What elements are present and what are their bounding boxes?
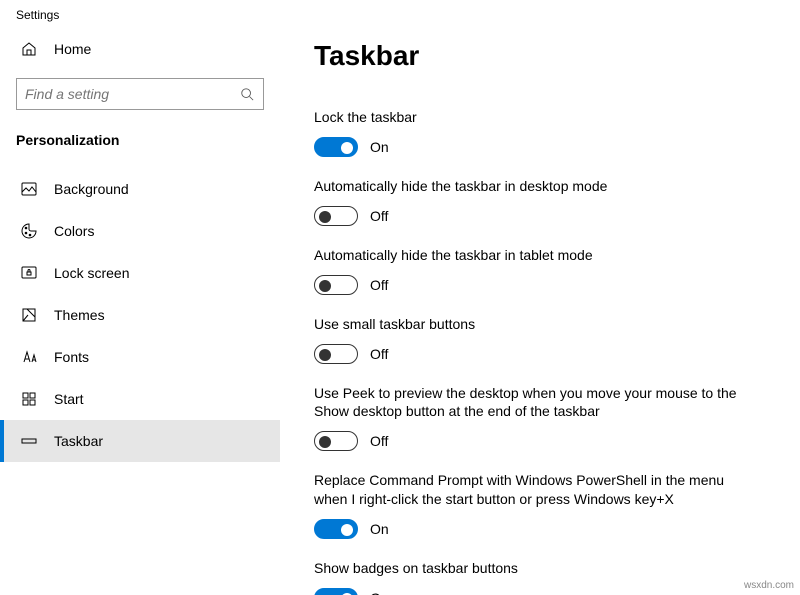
search-input[interactable] bbox=[25, 86, 239, 102]
home-nav[interactable]: Home bbox=[0, 30, 280, 72]
section-header: Personalization bbox=[0, 124, 280, 158]
sidebar-item-colors[interactable]: Colors bbox=[0, 210, 280, 252]
toggle-row: Off bbox=[314, 206, 766, 226]
toggle-state-label: Off bbox=[370, 433, 388, 449]
setting-row: Replace Command Prompt with Windows Powe… bbox=[314, 471, 766, 539]
sidebar-item-background[interactable]: Background bbox=[0, 168, 280, 210]
sidebar: Home Personalization Background Colors Loc… bbox=[0, 30, 280, 595]
fonts-icon bbox=[20, 348, 38, 366]
sidebar-item-label: Colors bbox=[54, 223, 94, 239]
toggle-row: Off bbox=[314, 431, 766, 451]
toggle-switch[interactable] bbox=[314, 344, 358, 364]
background-icon bbox=[20, 180, 38, 198]
start-icon bbox=[20, 390, 38, 408]
setting-row: Show badges on taskbar buttons On bbox=[314, 559, 766, 595]
toggle-row: Off bbox=[314, 344, 766, 364]
setting-label: Lock the taskbar bbox=[314, 108, 754, 127]
toggle-switch[interactable] bbox=[314, 588, 358, 595]
toggle-state-label: Off bbox=[370, 346, 388, 362]
setting-label: Automatically hide the taskbar in deskto… bbox=[314, 177, 754, 196]
setting-row: Use Peek to preview the desktop when you… bbox=[314, 384, 766, 452]
toggle-state-label: Off bbox=[370, 208, 388, 224]
sidebar-item-label: Fonts bbox=[54, 349, 89, 365]
toggle-knob bbox=[341, 524, 353, 536]
sidebar-item-taskbar[interactable]: Taskbar bbox=[0, 420, 280, 462]
toggle-switch[interactable] bbox=[314, 137, 358, 157]
sidebar-item-label: Themes bbox=[54, 307, 105, 323]
home-icon bbox=[20, 40, 38, 58]
home-label: Home bbox=[54, 41, 91, 57]
toggle-switch[interactable] bbox=[314, 519, 358, 539]
setting-label: Show badges on taskbar buttons bbox=[314, 559, 754, 578]
toggle-knob bbox=[319, 280, 331, 292]
toggle-knob bbox=[341, 142, 353, 154]
toggle-state-label: On bbox=[370, 521, 389, 537]
sidebar-item-themes[interactable]: Themes bbox=[0, 294, 280, 336]
toggle-row: On bbox=[314, 519, 766, 539]
setting-label: Use small taskbar buttons bbox=[314, 315, 754, 334]
sidebar-item-label: Background bbox=[54, 181, 129, 197]
lock-screen-icon bbox=[20, 264, 38, 282]
toggle-knob bbox=[319, 211, 331, 223]
setting-row: Automatically hide the taskbar in deskto… bbox=[314, 177, 766, 226]
setting-label: Automatically hide the taskbar in tablet… bbox=[314, 246, 754, 265]
toggle-switch[interactable] bbox=[314, 431, 358, 451]
colors-icon bbox=[20, 222, 38, 240]
window-title: Settings bbox=[0, 0, 800, 30]
toggle-switch[interactable] bbox=[314, 206, 358, 226]
setting-label: Use Peek to preview the desktop when you… bbox=[314, 384, 754, 422]
search-icon bbox=[239, 86, 255, 102]
main-content: Taskbar Lock the taskbar On Automatically … bbox=[280, 30, 800, 595]
watermark: wsxdn.com bbox=[744, 580, 794, 591]
nav-list: Background Colors Lock screen Themes Fonts St… bbox=[0, 168, 280, 462]
sidebar-item-lock-screen[interactable]: Lock screen bbox=[0, 252, 280, 294]
sidebar-item-start[interactable]: Start bbox=[0, 378, 280, 420]
sidebar-item-label: Taskbar bbox=[54, 433, 103, 449]
setting-row: Lock the taskbar On bbox=[314, 108, 766, 157]
taskbar-icon bbox=[20, 432, 38, 450]
setting-label: Replace Command Prompt with Windows Powe… bbox=[314, 471, 754, 509]
page-title: Taskbar bbox=[314, 40, 766, 72]
toggle-state-label: On bbox=[370, 139, 389, 155]
sidebar-item-fonts[interactable]: Fonts bbox=[0, 336, 280, 378]
settings-list: Lock the taskbar On Automatically hide the… bbox=[314, 108, 766, 595]
themes-icon bbox=[20, 306, 38, 324]
toggle-row: Off bbox=[314, 275, 766, 295]
setting-row: Automatically hide the taskbar in tablet… bbox=[314, 246, 766, 295]
toggle-row: On bbox=[314, 588, 766, 595]
toggle-state-label: On bbox=[370, 590, 389, 595]
sidebar-item-label: Start bbox=[54, 391, 84, 407]
sidebar-item-label: Lock screen bbox=[54, 265, 129, 281]
toggle-knob bbox=[319, 436, 331, 448]
setting-row: Use small taskbar buttons Off bbox=[314, 315, 766, 364]
toggle-row: On bbox=[314, 137, 766, 157]
toggle-knob bbox=[319, 349, 331, 361]
search-box[interactable] bbox=[16, 78, 264, 110]
toggle-state-label: Off bbox=[370, 277, 388, 293]
toggle-switch[interactable] bbox=[314, 275, 358, 295]
